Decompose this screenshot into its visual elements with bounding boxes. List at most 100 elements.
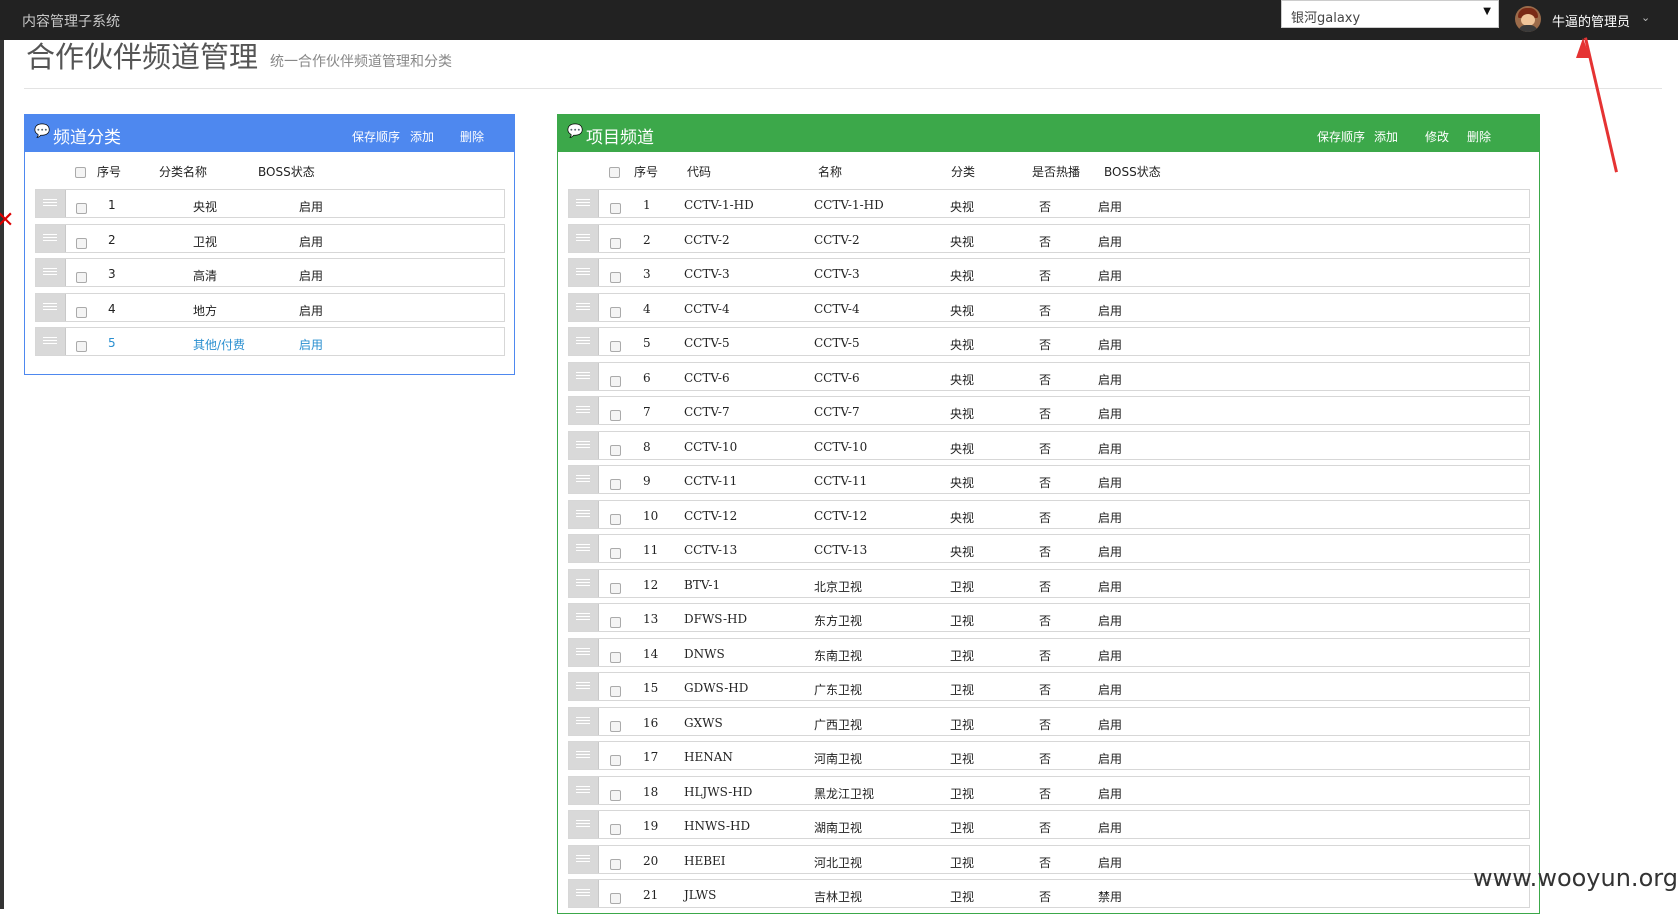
drag-handle-icon[interactable] bbox=[36, 224, 66, 252]
table-row[interactable]: 18 HLJWS-HD 黑龙江卫视 卫视 否 启用 bbox=[568, 775, 1530, 805]
table-row[interactable]: 12 BTV-1 北京卫视 卫视 否 启用 bbox=[568, 568, 1530, 598]
row-checkbox[interactable] bbox=[610, 617, 621, 628]
drag-handle-icon[interactable] bbox=[569, 224, 599, 252]
table-row[interactable]: 3 CCTV-3 CCTV-3 央视 否 启用 bbox=[568, 258, 1530, 287]
drag-handle-icon[interactable] bbox=[569, 880, 599, 907]
table-row[interactable]: 5 其他/付费 启用 bbox=[35, 327, 505, 356]
row-checkbox[interactable] bbox=[610, 375, 621, 387]
drag-handle-icon[interactable] bbox=[569, 431, 599, 459]
drag-handle-icon[interactable] bbox=[36, 293, 66, 321]
drag-handle-icon[interactable] bbox=[569, 776, 599, 804]
drag-handle-icon[interactable] bbox=[36, 190, 66, 217]
drag-handle-icon[interactable] bbox=[569, 190, 599, 217]
row-name: CCTV-13 bbox=[814, 543, 868, 557]
table-row[interactable]: 13 DFWS-HD 东方卫视 卫视 否 启用 bbox=[568, 603, 1530, 632]
save-order-button[interactable]: 保存顺序 bbox=[352, 128, 400, 145]
drag-handle-icon[interactable] bbox=[569, 362, 599, 390]
drag-handle-icon[interactable] bbox=[569, 811, 599, 838]
table-row[interactable]: 8 CCTV-10 CCTV-10 央视 否 启用 bbox=[568, 430, 1530, 460]
drag-handle-icon[interactable] bbox=[569, 328, 599, 355]
add-channel-button[interactable]: 添加 bbox=[1374, 128, 1398, 145]
row-checkbox[interactable] bbox=[76, 237, 87, 249]
table-row[interactable]: 11 CCTV-13 CCTV-13 央视 否 启用 bbox=[568, 534, 1530, 563]
drag-handle-icon[interactable] bbox=[569, 707, 599, 735]
select-all-checkbox[interactable] bbox=[609, 167, 620, 178]
row-code: CCTV-6 bbox=[684, 370, 730, 385]
drag-handle-icon[interactable] bbox=[569, 638, 599, 666]
delete-category-button[interactable]: 删除 bbox=[460, 128, 484, 145]
avatar[interactable] bbox=[1515, 6, 1541, 32]
table-row[interactable]: 3 高清 启用 bbox=[35, 258, 505, 287]
row-checkbox[interactable] bbox=[76, 306, 87, 318]
row-code: HLJWS-HD bbox=[684, 784, 753, 799]
drag-handle-icon[interactable] bbox=[569, 397, 599, 424]
table-row[interactable]: 1 央视 启用 bbox=[35, 189, 505, 218]
row-checkbox[interactable] bbox=[610, 341, 621, 352]
table-row[interactable]: 19 HNWS-HD 湖南卫视 卫视 否 启用 bbox=[568, 810, 1530, 839]
table-row[interactable]: 21 JLWS 吉林卫视 卫视 否 禁用 bbox=[568, 879, 1530, 908]
table-row[interactable]: 2 卫视 启用 bbox=[35, 223, 505, 253]
row-index: 16 bbox=[643, 715, 659, 730]
table-row[interactable]: 16 GXWS 广西卫视 卫视 否 启用 bbox=[568, 706, 1530, 736]
row-checkbox[interactable] bbox=[610, 582, 621, 594]
drag-handle-icon[interactable] bbox=[569, 742, 599, 769]
table-row[interactable]: 17 HENAN 河南卫视 卫视 否 启用 bbox=[568, 741, 1530, 770]
organization-select[interactable]: 银河galaxy ▼ bbox=[1281, 0, 1499, 28]
drag-handle-icon[interactable] bbox=[569, 535, 599, 562]
table-row[interactable]: 5 CCTV-5 CCTV-5 央视 否 启用 bbox=[568, 327, 1530, 356]
drag-handle-icon[interactable] bbox=[569, 673, 599, 700]
table-row[interactable]: 4 CCTV-4 CCTV-4 央视 否 启用 bbox=[568, 292, 1530, 322]
row-checkbox[interactable] bbox=[610, 306, 621, 318]
table-row[interactable]: 6 CCTV-6 CCTV-6 央视 否 启用 bbox=[568, 361, 1530, 391]
drag-handle-icon[interactable] bbox=[569, 604, 599, 631]
row-checkbox[interactable] bbox=[610, 513, 621, 525]
row-checkbox[interactable] bbox=[610, 237, 621, 249]
table-row[interactable]: 14 DNWS 东南卫视 卫视 否 启用 bbox=[568, 637, 1530, 667]
row-name: 东方卫视 bbox=[814, 614, 863, 628]
drag-handle-icon[interactable] bbox=[36, 328, 66, 355]
drag-handle-icon[interactable] bbox=[569, 500, 599, 528]
drag-handle-icon[interactable] bbox=[569, 259, 599, 286]
row-checkbox[interactable] bbox=[76, 272, 87, 283]
chevron-down-icon[interactable]: ⌄ bbox=[1641, 11, 1650, 24]
add-category-button[interactable]: 添加 bbox=[410, 128, 434, 145]
row-checkbox[interactable] bbox=[610, 858, 621, 870]
table-row[interactable]: 4 地方 启用 bbox=[35, 292, 505, 322]
table-row[interactable]: 20 HEBEI 河北卫视 卫视 否 启用 bbox=[568, 844, 1530, 874]
row-checkbox[interactable] bbox=[610, 755, 621, 766]
row-checkbox[interactable] bbox=[610, 203, 621, 214]
drag-handle-icon[interactable] bbox=[569, 845, 599, 873]
table-row[interactable]: 15 GDWS-HD 广东卫视 卫视 否 启用 bbox=[568, 672, 1530, 701]
app-brand[interactable]: 内容管理子系统 bbox=[22, 11, 120, 31]
drag-handle-icon[interactable] bbox=[569, 466, 599, 493]
delete-channel-button[interactable]: 删除 bbox=[1467, 128, 1491, 145]
drag-handle-icon[interactable] bbox=[569, 293, 599, 321]
table-row[interactable]: 2 CCTV-2 CCTV-2 央视 否 启用 bbox=[568, 223, 1530, 253]
save-order-button[interactable]: 保存顺序 bbox=[1317, 128, 1365, 145]
drag-handle-icon[interactable] bbox=[569, 569, 599, 597]
row-checkbox[interactable] bbox=[76, 203, 87, 214]
row-checkbox[interactable] bbox=[610, 824, 621, 835]
row-checkbox[interactable] bbox=[610, 410, 621, 421]
table-row[interactable]: 1 CCTV-1-HD CCTV-1-HD 央视 否 启用 bbox=[568, 189, 1530, 218]
row-checkbox[interactable] bbox=[610, 789, 621, 801]
row-checkbox[interactable] bbox=[610, 651, 621, 663]
table-row[interactable]: 9 CCTV-11 CCTV-11 央视 否 启用 bbox=[568, 465, 1530, 494]
row-code: CCTV-2 bbox=[684, 232, 730, 247]
row-checkbox[interactable] bbox=[610, 272, 621, 283]
row-checkbox[interactable] bbox=[610, 686, 621, 697]
row-checkbox[interactable] bbox=[610, 548, 621, 559]
select-all-checkbox[interactable] bbox=[75, 167, 86, 178]
row-checkbox[interactable] bbox=[610, 893, 621, 904]
row-checkbox[interactable] bbox=[610, 444, 621, 456]
row-checkbox[interactable] bbox=[76, 341, 87, 352]
row-checkbox[interactable] bbox=[610, 479, 621, 490]
row-category: 卫视 bbox=[950, 786, 975, 801]
row-category: 央视 bbox=[950, 269, 975, 283]
edit-channel-button[interactable]: 修改 bbox=[1425, 128, 1449, 145]
row-checkbox[interactable] bbox=[610, 720, 621, 732]
table-row[interactable]: 7 CCTV-7 CCTV-7 央视 否 启用 bbox=[568, 396, 1530, 425]
drag-handle-icon[interactable] bbox=[36, 259, 66, 286]
user-menu-name[interactable]: 牛逼的管理员 bbox=[1552, 11, 1630, 30]
table-row[interactable]: 10 CCTV-12 CCTV-12 央视 否 启用 bbox=[568, 499, 1530, 529]
